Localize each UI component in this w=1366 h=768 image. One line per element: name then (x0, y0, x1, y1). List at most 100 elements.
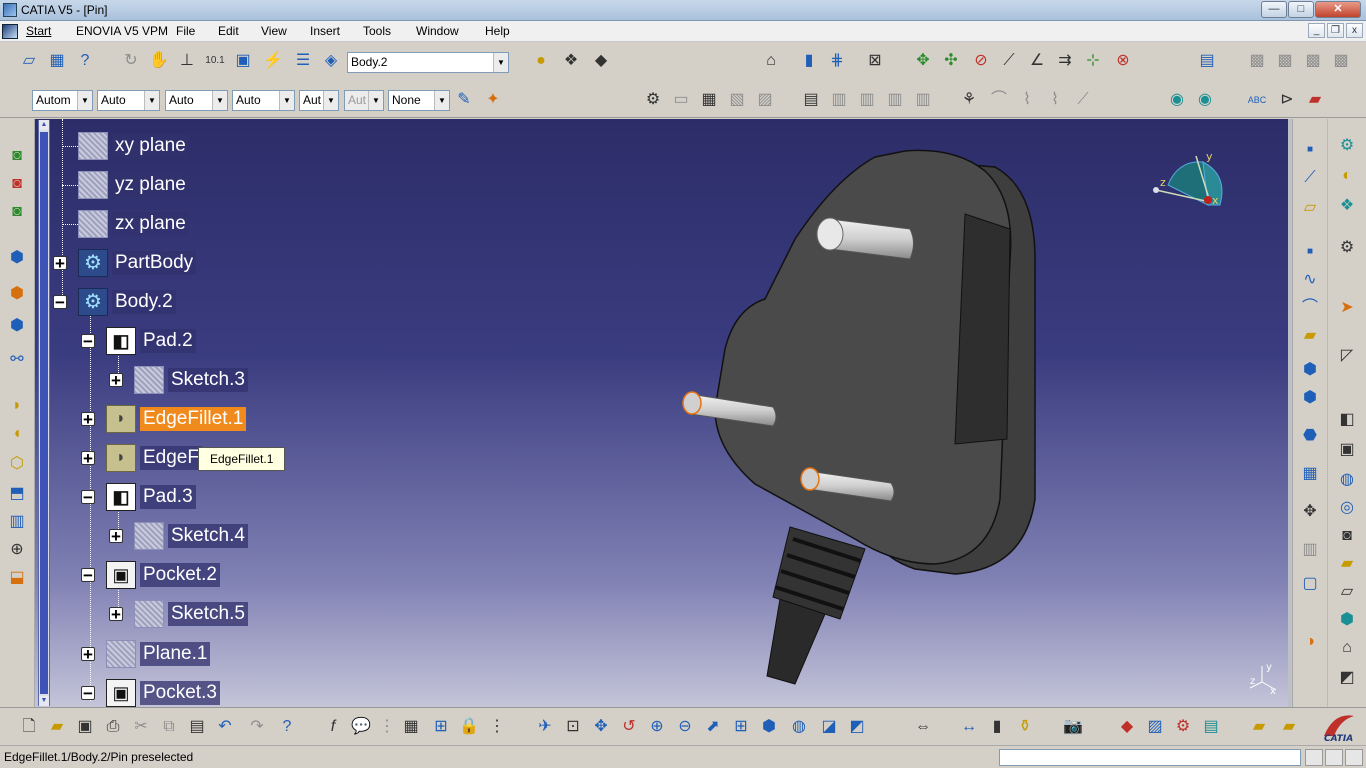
layers-icon[interactable]: ▤ (1196, 50, 1218, 72)
render-icon[interactable]: ❖ (560, 50, 582, 72)
menu-tools[interactable]: Tools (363, 24, 391, 38)
pocket-feature-icon[interactable]: ▣ (1336, 439, 1358, 461)
tree-item-label[interactable]: Plane.1 (140, 642, 211, 666)
tree-item-label[interactable]: EdgeF (140, 446, 202, 470)
start-logo-icon[interactable] (2, 24, 18, 39)
undo-icon[interactable]: ↶ (214, 716, 236, 738)
library-icon[interactable]: ▩ (1246, 50, 1268, 72)
thickness-tool-icon[interactable]: ▥ (6, 511, 28, 533)
library-2-icon[interactable]: ▩ (1274, 50, 1296, 72)
line-icon[interactable]: ⟋ (998, 50, 1020, 72)
line-tool-icon[interactable]: ⟋ (1299, 167, 1321, 189)
apply-material-icon[interactable]: ● (530, 50, 552, 72)
analysis-bottom-icon[interactable]: ▰ (1248, 716, 1270, 738)
arc-tool-icon[interactable]: ⌒ (1299, 297, 1321, 319)
texture-icon[interactable]: ▨ (1144, 716, 1166, 738)
pattern-icon[interactable]: ▥ (856, 89, 878, 111)
scene-icon[interactable]: ◆ (590, 50, 612, 72)
close-button[interactable]: ✕ (1315, 1, 1361, 18)
tree-item-label[interactable]: Sketch.5 (168, 602, 248, 626)
tree-item-label[interactable]: Sketch.4 (168, 524, 248, 548)
tree-item-label[interactable]: Pocket.2 (140, 563, 220, 587)
body-icon[interactable]: ◈ (320, 50, 342, 72)
grid-icon[interactable]: ⋕ (826, 50, 848, 72)
eraser-tool-icon[interactable]: ▰ (1299, 325, 1321, 347)
settings-icon[interactable]: ⚙ (1336, 237, 1358, 259)
flag-note-icon[interactable]: ⊳ (1276, 89, 1298, 111)
align-icon[interactable]: ⊹ (1082, 50, 1104, 72)
menu-start[interactable]: Start (26, 24, 51, 38)
pan-icon[interactable]: ✥ (590, 716, 612, 738)
comment-icon[interactable]: 💬 (350, 716, 372, 738)
tree-item-label-selected[interactable]: EdgeFillet.1 (140, 407, 247, 431)
transform-tool-icon[interactable]: ⬣ (1299, 425, 1321, 447)
expand-plus-icon[interactable]: + (109, 606, 123, 623)
fit-all-icon[interactable]: ⊠ (864, 50, 886, 72)
current-body-select[interactable]: Body.2 ▼ (347, 52, 509, 73)
3d-annotation-icon[interactable]: ▰ (1304, 89, 1326, 111)
menu-view[interactable]: View (261, 24, 287, 38)
angle-icon[interactable]: ∠ (1026, 50, 1048, 72)
transparency-select[interactable]: Auto ▼ (97, 90, 160, 111)
expand-plus-icon[interactable]: + (109, 528, 123, 545)
analysis-2-icon[interactable]: ⌒ (988, 89, 1010, 111)
mdi-minimize-button[interactable]: _ (1308, 23, 1325, 38)
layer-select[interactable]: None ▼ (388, 90, 450, 111)
expand-plus-icon[interactable]: + (81, 450, 95, 467)
zoom-in-icon[interactable]: ⊕ (646, 716, 668, 738)
shaft-feature-icon[interactable]: ◍ (1336, 469, 1358, 491)
menu-file[interactable]: File (176, 24, 195, 38)
table-icon[interactable]: ▦ (400, 716, 422, 738)
frame-tool-icon[interactable]: ▢ (1299, 573, 1321, 595)
chart-icon[interactable]: ⊞ (430, 716, 452, 738)
environment-icon[interactable]: ▤ (1200, 716, 1222, 738)
tree-item-label[interactable]: Pad.2 (140, 329, 196, 353)
status-button-3[interactable] (1345, 749, 1363, 766)
collapse-minus-icon[interactable]: − (81, 685, 95, 702)
manipulate-icon[interactable]: ⊘ (970, 50, 992, 72)
chevron-down-icon[interactable]: ▼ (77, 91, 92, 110)
pad-tool-icon[interactable]: ◙ (6, 145, 28, 167)
status-button-1[interactable] (1305, 749, 1323, 766)
rib-tool-icon[interactable]: ⬢ (6, 315, 28, 337)
menu-window[interactable]: Window (416, 24, 459, 38)
tree-item-label[interactable]: yz plane (112, 173, 189, 197)
sweep-icon[interactable]: ◐ (1336, 165, 1358, 187)
list-icon[interactable]: ☰ (292, 50, 314, 72)
loft-icon[interactable]: ◩ (1336, 667, 1358, 689)
paste-icon[interactable]: ▤ (186, 716, 208, 738)
menu-enovia[interactable]: ENOVIA V5 VPM (76, 24, 168, 38)
expand-plus-icon[interactable]: + (81, 411, 95, 428)
pad-feature-icon[interactable]: ◧ (1336, 409, 1358, 431)
shell-tool-icon[interactable]: ⬒ (6, 483, 28, 505)
groove-tool-icon[interactable]: ⬢ (6, 247, 28, 269)
catalog-icon[interactable]: ⌂ (760, 50, 782, 72)
compass[interactable]: y z x (1148, 150, 1238, 230)
tree-item-label[interactable]: xy plane (112, 134, 189, 158)
menu-help[interactable]: Help (485, 24, 510, 38)
catia-app-icon[interactable] (3, 3, 17, 17)
cube-2-tool-icon[interactable]: ⬢ (1299, 387, 1321, 409)
lock-icon[interactable]: 🔒 (458, 716, 480, 738)
workbench-icon[interactable]: ▦ (46, 50, 68, 72)
blend-icon[interactable]: ❖ (1336, 195, 1358, 217)
sketch-plane-icon[interactable]: ▱ (18, 50, 40, 72)
solid-icon[interactable]: ⬢ (1336, 609, 1358, 631)
collapse-minus-icon[interactable]: − (81, 567, 95, 584)
scroll-down-icon[interactable]: ▼ (39, 696, 49, 706)
chamfer-tool-icon[interactable]: ◖ (6, 423, 28, 445)
maximize-button[interactable]: □ (1288, 1, 1314, 18)
cut-icon[interactable]: ✂ (130, 716, 152, 738)
redo-icon[interactable]: ↷ (246, 716, 268, 738)
offset-icon[interactable]: ⇉ (1054, 50, 1076, 72)
open-folder-icon[interactable]: ▰ (46, 716, 68, 738)
tree-item-label[interactable]: Pocket.3 (140, 681, 220, 705)
rendering-style-select[interactable]: Aut ▼ (344, 90, 384, 111)
point-tool-icon[interactable]: ■ (1299, 139, 1321, 161)
chevron-down-icon[interactable]: ▼ (279, 91, 294, 110)
slot-feature-icon[interactable]: ▱ (1336, 581, 1358, 603)
chevron-down-icon[interactable]: ▼ (493, 53, 508, 72)
fit-all-in-icon[interactable]: ⊡ (562, 716, 584, 738)
select-arrow-icon[interactable]: ➤ (1336, 297, 1358, 319)
hide-show-icon[interactable]: ◪ (818, 716, 840, 738)
